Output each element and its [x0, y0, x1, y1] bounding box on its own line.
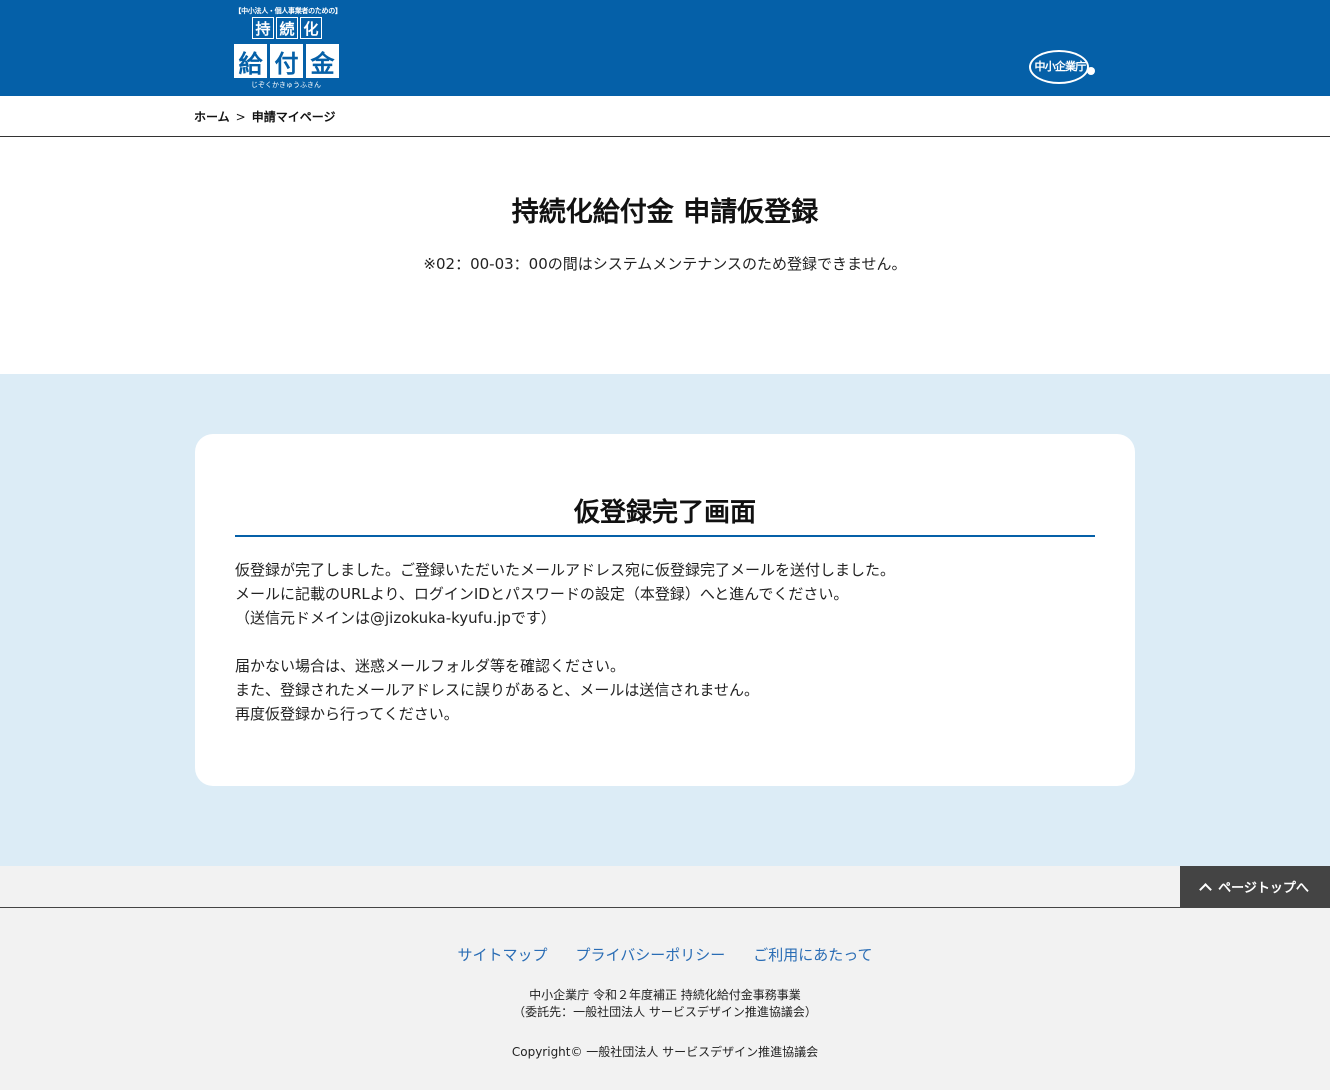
footer-org-line: （委託先：一般社団法人 サービスデザイン推進協議会）: [513, 1005, 817, 1019]
breadcrumb-separator: >: [235, 110, 246, 124]
card-text-line: メールに記載のURLより、ログインIDとパスワードの設定（本登録）へと進んでくだ…: [235, 585, 849, 603]
card-text-line: （送信元ドメインは@jizokuka-kyufu.jpです）: [235, 609, 556, 627]
footer-link-terms-of-use[interactable]: ご利用にあたって: [753, 944, 872, 965]
footer-link-privacy-policy[interactable]: プライバシーポリシー: [576, 944, 726, 965]
logo-char: 続: [276, 17, 298, 39]
logo-top-text: 【中小法人・個人事業者のための】: [234, 7, 342, 15]
logo-char: 付: [270, 44, 303, 78]
logo-row2: 給 付 金: [234, 44, 339, 78]
copyright-text: Copyright© 一般社団法人 サービスデザイン推進協議会: [511, 1045, 819, 1059]
agency-logo-dot: [1087, 67, 1095, 75]
card-body: 仮登録が完了しました。ご登録いただいたメールアドレス宛に仮登録完了メールを送付し…: [235, 558, 1095, 726]
jizokuka-kyufukin-logo[interactable]: 【中小法人・個人事業者のための】 持 続 化 給 付 金 じぞくかきゅうふきん: [232, 6, 344, 92]
card-text-line: 再度仮登録から行ってください。: [235, 705, 459, 723]
sme-agency-logo[interactable]: 中小企業庁: [1029, 50, 1097, 86]
completion-card: 仮登録完了画面 仮登録が完了しました。ご登録いただいたメールアドレス宛に仮登録完…: [195, 434, 1135, 786]
logo-char: 持: [252, 17, 274, 39]
logo-char: 化: [300, 17, 322, 39]
logo-row1: 持 続 化: [252, 17, 322, 39]
footer-divider: [0, 907, 1330, 908]
logo-char: 給: [234, 44, 267, 78]
page-title: 持続化給付金 申請仮登録: [511, 197, 819, 228]
card-title: 仮登録完了画面: [573, 498, 756, 528]
agency-logo-text: 中小企業庁: [1034, 60, 1087, 73]
card-text-line: 届かない場合は、迷惑メールフォルダ等を確認ください。: [235, 657, 626, 675]
maintenance-notice: ※02：00-03：00の間はシステムメンテナンスのため登録できません。: [423, 255, 907, 273]
site-footer: ページトップへ サイトマップ プライバシーポリシー ご利用にあたって 中小企業庁…: [0, 866, 1330, 1090]
footer-links: サイトマップ プライバシーポリシー ご利用にあたって: [0, 944, 1330, 965]
page-top-label: ページトップへ: [1218, 881, 1309, 896]
site-header: 【中小法人・個人事業者のための】 持 続 化 給 付 金 じぞくかきゅうふきん …: [0, 0, 1330, 96]
breadcrumb-current: 申請マイページ: [251, 110, 336, 124]
breadcrumb: ホーム > 申請マイページ: [0, 96, 1330, 137]
logo-char: 金: [306, 44, 339, 78]
footer-org-line: 中小企業庁 令和２年度補正 持続化給付金事務事業: [529, 988, 801, 1002]
footer-link-sitemap[interactable]: サイトマップ: [458, 944, 548, 965]
breadcrumb-items: ホーム > 申請マイページ: [194, 108, 335, 125]
card-text-line: 仮登録が完了しました。ご登録いただいたメールアドレス宛に仮登録完了メールを送付し…: [235, 561, 896, 579]
content-section: 仮登録完了画面 仮登録が完了しました。ご登録いただいたメールアドレス宛に仮登録完…: [0, 374, 1330, 866]
card-text-line: また、登録されたメールアドレスに誤りがあると、メールは送信されません。: [235, 681, 759, 699]
breadcrumb-home-link[interactable]: ホーム: [194, 110, 230, 124]
chevron-up-icon: [1199, 882, 1212, 896]
logo-bottom-text: じぞくかきゅうふきん: [251, 81, 321, 89]
page-top-button[interactable]: ページトップへ: [1180, 866, 1330, 907]
footer-organization: 中小企業庁 令和２年度補正 持続化給付金事務事業 （委託先：一般社団法人 サービ…: [0, 987, 1330, 1021]
card-title-underline: [235, 535, 1095, 537]
